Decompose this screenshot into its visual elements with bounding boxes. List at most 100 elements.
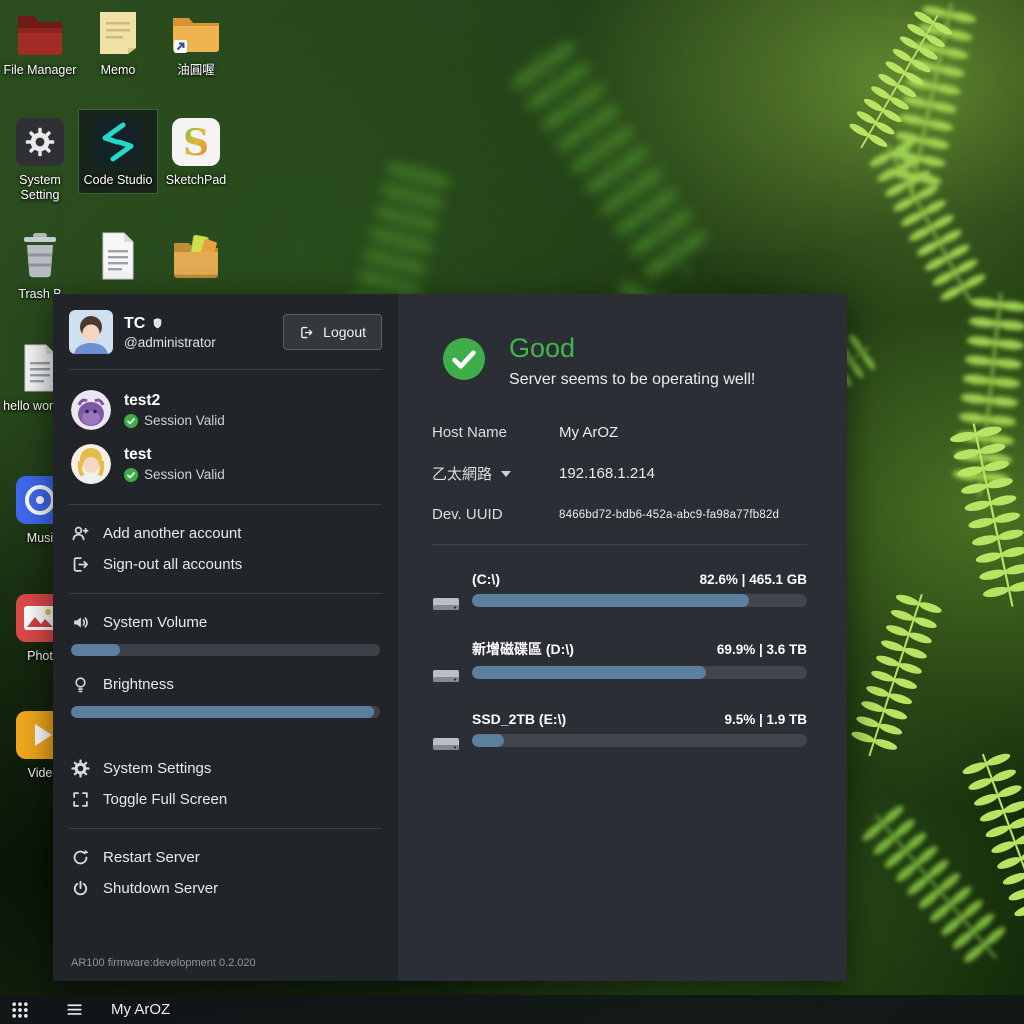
- icon-label: Code Studio: [81, 173, 155, 188]
- user-plus-icon: [71, 524, 90, 543]
- account-avatar: [71, 390, 111, 430]
- server-info: Host Name My ArOZ 乙太網路 192.168.1.214 Dev…: [432, 421, 807, 527]
- svg-text:S: S: [183, 122, 209, 164]
- user-menu: TC @administrator Logout test2: [53, 294, 398, 981]
- disk-name: 新增磁碟區 (D:\): [472, 639, 574, 659]
- user-name: TC: [124, 315, 145, 333]
- signout-all-item[interactable]: Sign-out all accounts: [69, 549, 382, 580]
- desktop-icon-file-manager[interactable]: File Manager: [1, 0, 79, 83]
- sketchpad-icon: S: [168, 114, 224, 170]
- disk-usage-bar: [472, 734, 807, 747]
- desktop-icon-folder-files[interactable]: [157, 224, 235, 292]
- user-avatar: [69, 310, 113, 354]
- drive-icon: [432, 666, 460, 686]
- current-user-header: TC @administrator Logout: [69, 306, 382, 356]
- divider: [69, 504, 382, 505]
- disk-usage: 82.6% | 465.1 GB: [700, 572, 807, 587]
- logout-button[interactable]: Logout: [283, 314, 382, 350]
- disk-usage-fill: [472, 734, 504, 747]
- disk-row-e: SSD_2TB (E:\) 9.5% | 1.9 TB: [432, 711, 807, 754]
- system-volume-row: System Volume: [69, 607, 382, 638]
- bulb-icon: [71, 675, 90, 694]
- info-row-hostname: Host Name My ArOZ: [432, 421, 807, 445]
- code-studio-icon: [90, 114, 146, 170]
- user-handle: @administrator: [124, 335, 272, 350]
- disk-usage-fill: [472, 666, 706, 679]
- desktop-icon-notes[interactable]: [79, 224, 157, 292]
- status-ok-icon: [443, 338, 485, 380]
- session-status: Session Valid: [144, 413, 225, 428]
- brightness-label: Brightness: [103, 676, 174, 693]
- brightness-row: Brightness: [69, 669, 382, 700]
- gear-icon: [12, 114, 68, 170]
- logout-label: Logout: [323, 324, 366, 340]
- account-item-test[interactable]: test Session Valid: [69, 437, 382, 491]
- restart-server-item[interactable]: Restart Server: [69, 842, 382, 873]
- power-icon: [71, 879, 90, 898]
- account-item-test2[interactable]: test2 Session Valid: [69, 383, 382, 437]
- info-row-uuid: Dev. UUID 8466bd72-bdb6-452a-abc9-fa98a7…: [432, 503, 807, 527]
- disk-row-c: (C:\) 82.6% | 465.1 GB: [432, 571, 807, 614]
- session-valid-icon: [124, 468, 138, 482]
- add-account-item[interactable]: Add another account: [69, 518, 382, 549]
- session-valid-icon: [124, 414, 138, 428]
- icon-label: SketchPad: [159, 173, 233, 188]
- disk-name: (C:\): [472, 571, 500, 587]
- trash-icon: [12, 228, 68, 284]
- icon-label: File Manager: [3, 63, 77, 78]
- speaker-icon: [71, 613, 90, 632]
- divider: [69, 369, 382, 370]
- icon-label: Memo: [81, 63, 155, 78]
- info-row-network: 乙太網路 192.168.1.214: [432, 462, 807, 486]
- disk-usage-bar: [472, 594, 807, 607]
- desktop-icon-shortcut-folder[interactable]: 油圓喔: [157, 0, 235, 83]
- firmware-version: AR100 firmware:development 0.2.020: [69, 949, 382, 971]
- memo-icon: [90, 4, 146, 60]
- divider: [69, 593, 382, 594]
- app-launcher-icon[interactable]: [10, 1000, 30, 1020]
- device-uuid-value: 8466bd72-bdb6-452a-abc9-fa98a77fb82d: [559, 509, 779, 521]
- brightness-slider[interactable]: [71, 706, 380, 718]
- info-label: Dev. UUID: [432, 506, 503, 523]
- logout-icon: [299, 325, 314, 340]
- menu-icon[interactable]: [65, 1000, 84, 1019]
- document-icon: [90, 228, 146, 284]
- gear-icon: [71, 759, 90, 778]
- signout-icon: [71, 555, 90, 574]
- restart-icon: [71, 848, 90, 867]
- taskbar: My ArOZ: [0, 995, 1024, 1024]
- system-settings-item[interactable]: System Settings: [69, 753, 382, 784]
- disk-name: SSD_2TB (E:\): [472, 711, 566, 727]
- info-label: Host Name: [432, 424, 507, 441]
- shutdown-server-item[interactable]: Shutdown Server: [69, 873, 382, 904]
- divider: [69, 828, 382, 829]
- menu-item-label: System Settings: [103, 760, 211, 777]
- account-name: test: [124, 446, 225, 464]
- icon-label: 油圓喔: [159, 63, 233, 78]
- file-manager-icon: [12, 4, 68, 60]
- network-dropdown[interactable]: 乙太網路: [432, 463, 559, 484]
- folder-shortcut-icon: [168, 4, 224, 60]
- volume-slider[interactable]: [71, 644, 380, 656]
- icon-label: System Setting: [3, 173, 77, 204]
- taskbar-title: My ArOZ: [111, 1001, 170, 1018]
- desktop-icon-memo[interactable]: Memo: [79, 0, 157, 83]
- disk-usage-fill: [472, 594, 749, 607]
- folder-files-icon: [168, 228, 224, 284]
- brightness-slider-fill: [71, 706, 374, 718]
- hostname-value: My ArOZ: [559, 424, 618, 441]
- disk-usage-bar: [472, 666, 807, 679]
- toggle-fullscreen-item[interactable]: Toggle Full Screen: [69, 784, 382, 815]
- admin-shield-icon: [151, 317, 164, 330]
- menu-item-label: Sign-out all accounts: [103, 556, 242, 573]
- drive-icon: [432, 594, 460, 614]
- status-message: Server seems to be operating well!: [509, 371, 755, 389]
- status-title: Good: [509, 334, 755, 364]
- desktop-icon-sketchpad[interactable]: S SketchPad: [157, 110, 235, 193]
- account-avatar: [71, 444, 111, 484]
- server-status-panel: Good Server seems to be operating well! …: [398, 294, 847, 981]
- disk-row-d: 新增磁碟區 (D:\) 69.9% | 3.6 TB: [432, 639, 807, 686]
- desktop-icon-system-setting[interactable]: System Setting: [1, 110, 79, 209]
- desktop-icon-code-studio[interactable]: Code Studio: [79, 110, 157, 193]
- chevron-down-icon: [501, 471, 511, 477]
